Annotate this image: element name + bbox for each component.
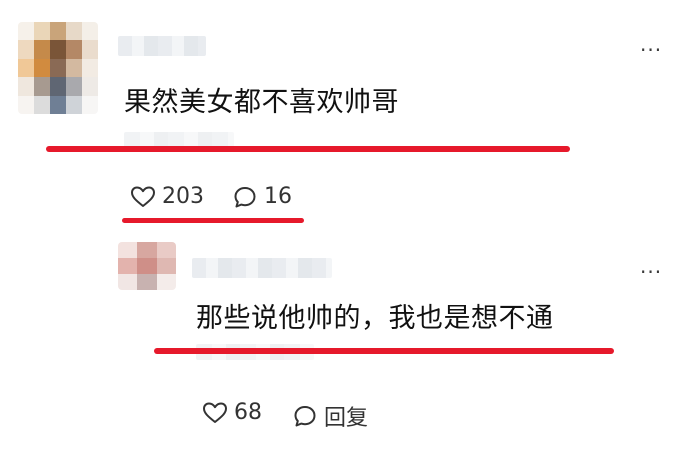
avatar-mosaic-tile: [34, 22, 50, 41]
avatar-mosaic-tile: [34, 95, 50, 114]
avatar-mosaic-tile: [34, 77, 50, 96]
username-blurred[interactable]: [118, 36, 206, 56]
avatar-mosaic-tile: [156, 258, 176, 274]
reply-label: 回复: [324, 406, 369, 431]
comment-button[interactable]: 16: [232, 184, 292, 209]
highlight-underline: [46, 146, 570, 152]
avatar-mosaic-tile: [156, 242, 176, 258]
avatar-mosaic-tile: [66, 58, 82, 78]
comment-text: 果然美女都不喜欢帅哥: [124, 87, 399, 118]
avatar-mosaic-tile: [118, 274, 138, 290]
highlight-underline: [154, 348, 614, 354]
avatar[interactable]: [118, 242, 176, 290]
avatar-mosaic-tile: [34, 40, 50, 59]
avatar-mosaic-tile: [82, 22, 98, 41]
avatar-mosaic-tile: [66, 22, 82, 41]
avatar-mosaic-tile: [50, 58, 66, 78]
avatar[interactable]: [18, 22, 98, 114]
avatar-mosaic-tile: [50, 22, 66, 41]
avatar-mosaic-tile: [50, 40, 66, 59]
avatar-mosaic-tile: [156, 274, 176, 290]
reply-text: 那些说他帅的，我也是想不通: [196, 303, 554, 334]
speech-bubble-icon: [294, 406, 316, 427]
more-options-icon[interactable]: ···: [640, 40, 662, 60]
avatar-mosaic-tile: [50, 95, 66, 114]
avatar-mosaic-tile: [118, 242, 138, 258]
speech-bubble-icon: [234, 186, 256, 207]
avatar-mosaic-tile: [137, 274, 157, 290]
avatar-mosaic-tile: [137, 242, 157, 258]
like-count: 203: [162, 184, 204, 209]
avatar-mosaic-tile: [18, 40, 34, 59]
avatar-mosaic-tile: [118, 258, 138, 274]
heart-outline-icon: [131, 186, 155, 207]
avatar-mosaic-tile: [66, 95, 82, 114]
like-button[interactable]: 68: [202, 400, 262, 425]
avatar-mosaic-tile: [18, 22, 34, 41]
avatar-mosaic-tile: [18, 77, 34, 96]
like-button[interactable]: 203: [130, 184, 204, 209]
avatar-mosaic-tile: [18, 95, 34, 114]
username-blurred[interactable]: [192, 258, 332, 278]
avatar-mosaic-tile: [34, 58, 50, 78]
heart-outline-icon: [203, 402, 227, 423]
avatar-mosaic-tile: [82, 58, 98, 78]
reply-button[interactable]: 回复: [292, 400, 368, 432]
avatar-mosaic-tile: [82, 77, 98, 96]
avatar-mosaic-tile: [50, 77, 66, 96]
reply-count: 16: [264, 184, 292, 209]
avatar-mosaic-tile: [82, 95, 98, 114]
avatar-mosaic-tile: [66, 40, 82, 59]
avatar-mosaic-tile: [18, 58, 34, 78]
avatar-mosaic-tile: [137, 258, 157, 274]
avatar-mosaic-tile: [82, 40, 98, 59]
like-count: 68: [234, 400, 262, 425]
actions-underline: [122, 218, 304, 223]
avatar-mosaic-tile: [66, 77, 82, 96]
more-options-icon[interactable]: ···: [640, 262, 662, 282]
